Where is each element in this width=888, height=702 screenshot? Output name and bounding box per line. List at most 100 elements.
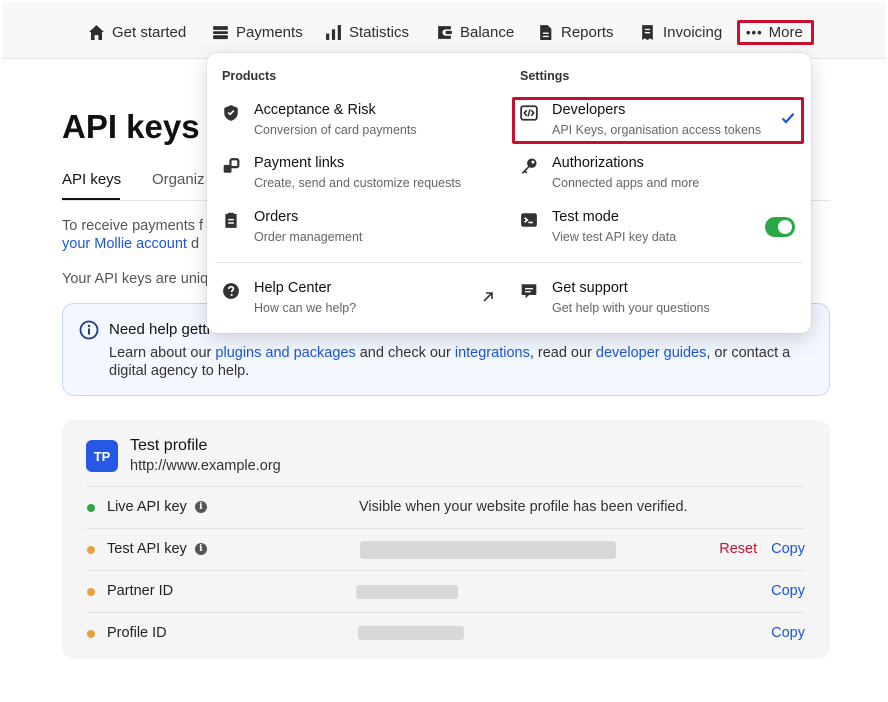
nav-reports[interactable]: Reports <box>537 19 614 45</box>
info-icon[interactable]: i <box>194 501 207 513</box>
nav-balance[interactable]: Balance <box>436 19 514 45</box>
redacted-value <box>356 585 458 599</box>
plugins-link[interactable]: plugins and packages <box>215 345 355 361</box>
clipboard-icon <box>222 211 240 229</box>
key-row-profile-id: Profile ID Copy <box>86 612 805 654</box>
menu-item-title: Get support <box>552 280 628 296</box>
menu-item-title: Payment links <box>254 155 345 171</box>
profile-name: Test profile <box>130 437 208 454</box>
nav-label: Invoicing <box>663 23 723 41</box>
key-row-live: Live API key i Visible when your website… <box>86 486 805 528</box>
profile-url: http://www.example.org <box>130 458 281 474</box>
key-value: Visible when your website profile has be… <box>359 499 688 515</box>
menu-item-subtitle: Order management <box>254 230 363 244</box>
help-text-part: Learn about our <box>109 345 216 361</box>
external-link-icon <box>483 292 493 302</box>
menu-item-developers[interactable]: Developers API Keys, organisation access… <box>520 102 800 146</box>
chat-icon <box>520 282 538 300</box>
nav-more-button[interactable]: ••• More <box>737 20 814 45</box>
nav-statistics[interactable]: Statistics <box>325 19 409 45</box>
key-actions: Reset Copy <box>719 541 805 557</box>
menu-item-subtitle: Conversion of card payments <box>254 123 417 137</box>
menu-item-get-support[interactable]: Get support Get help with your questions <box>520 280 800 324</box>
links-icon <box>222 157 240 175</box>
menu-item-help-center[interactable]: Help Center How can we help? <box>222 280 502 324</box>
test-mode-toggle[interactable] <box>765 217 795 237</box>
key-label: Profile ID <box>107 625 167 641</box>
menu-item-subtitle: Get help with your questions <box>552 301 710 315</box>
menu-item-subtitle: View test API key data <box>552 230 677 244</box>
menu-item-subtitle: How can we help? <box>254 301 357 315</box>
terminal-icon <box>520 211 538 229</box>
help-text: Learn about our plugins and packages and… <box>109 344 819 380</box>
menu-item-title: Orders <box>254 209 299 225</box>
key-label-text: Test API key <box>107 541 187 557</box>
help-title: Need help getti <box>109 321 210 338</box>
info-icon <box>79 320 99 340</box>
menu-item-subtitle: API Keys, organisation access tokens <box>552 123 762 137</box>
wallet-icon <box>438 25 452 39</box>
status-dot <box>87 504 95 512</box>
nav-label: Payments <box>236 23 303 41</box>
menu-item-title: Acceptance & Risk <box>254 102 376 118</box>
code-icon <box>520 104 538 122</box>
reset-button[interactable]: Reset <box>719 541 757 557</box>
nav-label: Statistics <box>349 23 410 41</box>
copy-button[interactable]: Copy <box>771 625 805 641</box>
key-label: Partner ID <box>107 583 173 599</box>
products-heading: Products <box>222 69 277 83</box>
home-icon <box>89 24 104 40</box>
question-circle-icon <box>222 282 240 300</box>
receipt-icon <box>642 24 653 40</box>
help-text-part: , read our <box>529 345 596 361</box>
integrations-link[interactable]: integrations <box>455 345 530 361</box>
nav-invoicing[interactable]: Invoicing <box>639 19 722 45</box>
mollie-account-link[interactable]: your Mollie account <box>62 236 187 252</box>
checkmark-icon <box>781 113 795 124</box>
tab-api-keys[interactable]: API keys <box>62 171 121 188</box>
key-row-test: Test API key i Reset Copy <box>86 528 805 570</box>
menu-item-subtitle: Create, send and customize requests <box>254 176 462 190</box>
key-row-partner-id: Partner ID Copy <box>86 570 805 612</box>
bar-chart-icon <box>326 24 341 40</box>
menu-item-orders[interactable]: Orders Order management <box>222 209 502 253</box>
redacted-value <box>360 541 616 559</box>
avatar: TP <box>86 440 118 472</box>
nav-payments[interactable]: Payments <box>212 19 303 45</box>
key-label-text: Partner ID <box>107 583 174 599</box>
menu-item-acceptance-risk[interactable]: Acceptance & Risk Conversion of card pay… <box>222 102 502 146</box>
key-label-text: Profile ID <box>107 625 167 641</box>
key-icon <box>520 157 538 175</box>
nav-label: Balance <box>460 23 515 41</box>
intro-text: d <box>186 236 200 252</box>
info-icon[interactable]: i <box>194 543 207 555</box>
redacted-value <box>358 626 464 640</box>
nav-label: Get started <box>112 23 187 41</box>
more-dots-icon: ••• <box>746 25 763 40</box>
key-label: Test API key i <box>107 541 207 557</box>
document-icon <box>540 24 552 40</box>
payments-icon <box>213 25 228 39</box>
profile-card: TP Test profile http://www.example.org L… <box>62 420 830 659</box>
copy-button[interactable]: Copy <box>771 583 805 599</box>
nav-label: More <box>768 24 803 41</box>
menu-item-title: Developers <box>552 102 626 118</box>
copy-button[interactable]: Copy <box>771 541 805 557</box>
key-label: Live API key i <box>107 499 207 515</box>
status-dot <box>87 630 95 638</box>
shield-check-icon <box>222 104 240 122</box>
developer-guides-link[interactable]: developer guides <box>596 345 706 361</box>
top-navigation: Get started Payments Statistics Balance … <box>2 2 886 59</box>
menu-item-test-mode[interactable]: Test mode View test API key data <box>520 209 800 253</box>
settings-heading: Settings <box>520 69 570 83</box>
status-dot <box>87 588 95 596</box>
intro-text: To receive payments f <box>62 218 204 234</box>
menu-divider <box>215 262 803 263</box>
tab-organization[interactable]: Organiz <box>152 171 205 188</box>
menu-item-authorizations[interactable]: Authorizations Connected apps and more <box>520 155 800 199</box>
menu-item-title: Help Center <box>254 280 332 296</box>
menu-item-payment-links[interactable]: Payment links Create, send and customize… <box>222 155 502 199</box>
active-tab-indicator <box>62 198 120 200</box>
nav-get-started[interactable]: Get started <box>88 19 186 45</box>
menu-item-subtitle: Connected apps and more <box>552 176 700 190</box>
